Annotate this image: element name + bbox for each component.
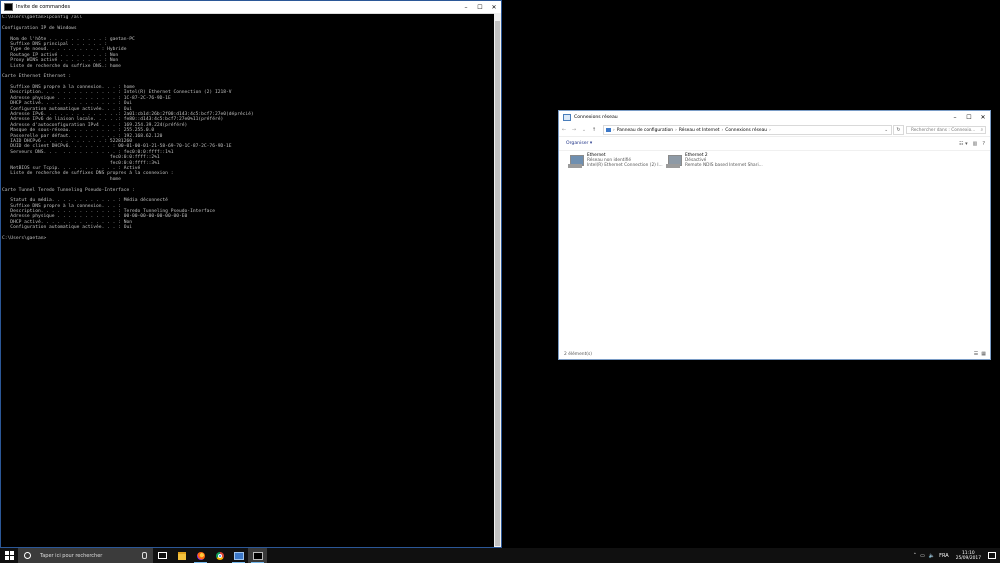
- firefox-icon: [196, 551, 205, 560]
- recent-chevron-icon[interactable]: ⌄: [579, 127, 589, 133]
- breadcrumb-control-panel[interactable]: Panneau de configuration: [617, 128, 673, 133]
- network-adapter-icon: [567, 155, 584, 168]
- clock[interactable]: 11:10 25/09/2017: [956, 551, 981, 561]
- folder-icon: [177, 551, 186, 560]
- start-button[interactable]: [0, 548, 18, 563]
- breadcrumb-network-connections[interactable]: Connexions réseau: [725, 128, 767, 133]
- cmd-taskbar-button[interactable]: [248, 548, 267, 563]
- close-button[interactable]: ✕: [487, 1, 501, 13]
- chrome-icon: [215, 551, 224, 560]
- maximize-button[interactable]: ☐: [962, 111, 976, 124]
- clock-date: 25/09/2017: [955, 555, 981, 561]
- connection-device: Intel(R) Ethernet Connection (2) I...: [587, 163, 663, 169]
- maximize-button[interactable]: ☐: [473, 1, 487, 13]
- connection-item-ethernet[interactable]: Ethernet Réseau non identifié Intel(R) E…: [567, 153, 667, 175]
- firefox-button[interactable]: [191, 548, 210, 563]
- scrollbar-thumb[interactable]: [495, 21, 500, 546]
- explorer-window-title: Connexions réseau: [574, 115, 618, 120]
- minimize-button[interactable]: –: [948, 111, 962, 124]
- cmd-window-title: Invite de commandes: [16, 4, 71, 10]
- breadcrumb-network-internet[interactable]: Réseau et Internet: [679, 128, 720, 133]
- cmd-titlebar[interactable]: Invite de commandes – ☐ ✕: [1, 1, 501, 14]
- details-view-icon[interactable]: ☰: [974, 351, 978, 357]
- task-view-icon: [158, 552, 167, 559]
- taskbar: Taper ici pour rechercher ˄ ▭ 🔈 FRA 11:1…: [0, 548, 1000, 563]
- search-icon: [24, 552, 31, 559]
- preview-pane-icon[interactable]: ▥: [973, 141, 978, 147]
- file-explorer-button[interactable]: [172, 548, 191, 563]
- console-line: C:\Users\gaetan>: [2, 236, 47, 242]
- up-arrow-icon[interactable]: ↑: [589, 127, 599, 133]
- network-connections-icon: [563, 114, 571, 121]
- address-bar-row: ← → ⌄ ↑ › Panneau de configuration › Rés…: [559, 124, 990, 137]
- system-tray: ˄ ▭ 🔈 FRA 11:10 25/09/2017: [914, 548, 1000, 563]
- address-bar[interactable]: › Panneau de configuration › Réseau et I…: [603, 125, 892, 135]
- network-connections-window[interactable]: Connexions réseau – ☐ ✕ ← → ⌄ ↑ › Pannea…: [558, 110, 991, 360]
- action-center-icon[interactable]: [988, 552, 996, 559]
- chrome-button[interactable]: [210, 548, 229, 563]
- connections-list: Ethernet Réseau non identifié Intel(R) E…: [559, 149, 990, 349]
- cmd-scrollbar[interactable]: [494, 13, 501, 547]
- explorer-titlebar[interactable]: Connexions réseau – ☐ ✕: [559, 111, 990, 124]
- address-dropdown-icon[interactable]: ⌄: [881, 128, 891, 133]
- microphone-icon[interactable]: [142, 552, 147, 559]
- volume-icon[interactable]: 🔈: [929, 553, 935, 559]
- large-icons-view-icon[interactable]: ▦: [981, 351, 986, 357]
- cmd-window[interactable]: Invite de commandes – ☐ ✕ C:\Users\gaeta…: [0, 0, 502, 548]
- cmd-icon: [252, 551, 263, 560]
- console-output[interactable]: C:\Users\gaetan>ipconfig /all Configurati…: [2, 15, 493, 545]
- status-bar-count: 2 élément(s): [564, 352, 593, 357]
- taskbar-search-box[interactable]: Taper ici pour rechercher: [18, 548, 153, 563]
- windows-logo-icon: [4, 551, 14, 560]
- view-options-icon[interactable]: ☷ ▾: [959, 141, 968, 147]
- refresh-icon[interactable]: ↻: [893, 125, 904, 135]
- explorer-search-input[interactable]: Rechercher dans : Connexio... ⌕: [906, 126, 986, 134]
- cmd-app-icon: [4, 3, 13, 11]
- search-icon: ⌕: [980, 127, 983, 133]
- minimize-button[interactable]: –: [459, 1, 473, 13]
- network-adapter-icon: [665, 155, 682, 168]
- help-icon[interactable]: ?: [982, 141, 985, 147]
- network-connections-icon: [233, 551, 244, 560]
- task-view-button[interactable]: [153, 548, 172, 563]
- organize-button[interactable]: Organiser ▾: [566, 141, 592, 146]
- back-arrow-icon[interactable]: ←: [559, 127, 569, 133]
- input-language[interactable]: FRA: [939, 553, 949, 559]
- close-button[interactable]: ✕: [976, 111, 990, 124]
- connection-item-ethernet-2[interactable]: Ethernet 2 Désactivé Remote NDIS based I…: [665, 153, 765, 175]
- network-status-icon[interactable]: ▭: [920, 553, 925, 559]
- forward-arrow-icon[interactable]: →: [569, 127, 579, 133]
- taskbar-search-placeholder: Taper ici pour rechercher: [40, 552, 103, 559]
- control-panel-icon: [606, 128, 611, 132]
- show-hidden-icons-icon[interactable]: ˄: [914, 553, 917, 559]
- network-connections-taskbar-button[interactable]: [229, 548, 248, 563]
- connection-device: Remote NDIS based Internet Shari...: [685, 163, 763, 169]
